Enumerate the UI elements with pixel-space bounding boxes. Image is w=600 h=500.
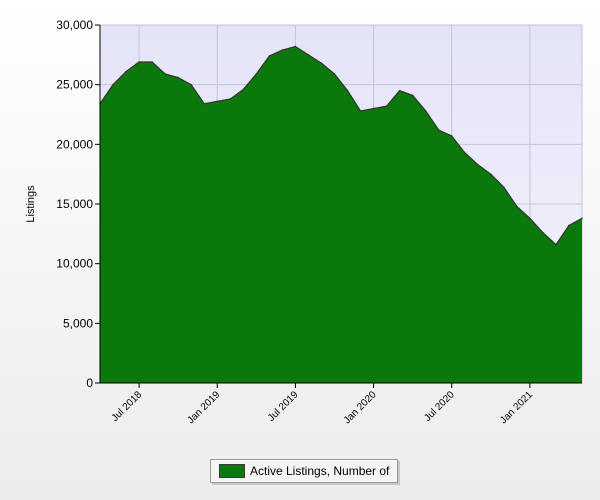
y-tick-label: 5,000: [63, 316, 93, 330]
x-tick-label: Jul 2018: [110, 389, 145, 424]
y-axis-ticks: 0 5,000 10,000 15,000 20,000 25,000 30,000: [56, 18, 100, 390]
x-tick-label: Jan 2021: [498, 389, 535, 426]
x-tick-label: Jul 2019: [266, 389, 301, 424]
y-tick-label: 25,000: [56, 78, 93, 92]
area-chart: 0 5,000 10,000 15,000 20,000 25,000 30,000 Jul…: [25, 18, 583, 426]
y-tick-label: 10,000: [56, 257, 93, 271]
legend-swatch: [219, 464, 245, 478]
x-tick-label: Jan 2020: [342, 389, 379, 426]
x-tick-label: Jul 2020: [422, 389, 457, 424]
legend: Active Listings, Number of: [210, 459, 399, 483]
x-axis-ticks: Jul 2018 Jan 2019 Jul 2019 Jan 2020 Jul 2020…: [110, 383, 535, 426]
y-tick-label: 30,000: [56, 18, 93, 32]
y-tick-label: 15,000: [56, 197, 93, 211]
x-tick-label: Jan 2019: [185, 389, 222, 426]
y-axis-title: Listings: [25, 185, 37, 223]
y-tick-label: 20,000: [56, 137, 93, 151]
legend-label: Active Listings, Number of: [250, 464, 390, 478]
y-tick-label: 0: [86, 376, 93, 390]
